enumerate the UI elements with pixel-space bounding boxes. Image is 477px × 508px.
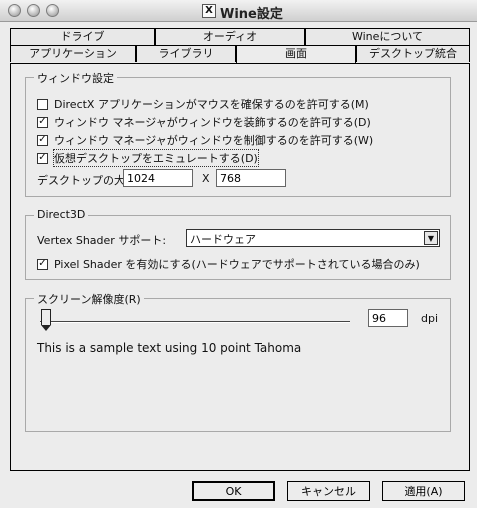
tab-row-top: ドライブ オーディオ Wineについて bbox=[10, 28, 470, 45]
dpi-input[interactable] bbox=[368, 309, 408, 327]
window-title: Wine設定 bbox=[220, 7, 283, 22]
tab-desktop-integration[interactable]: デスクトップ統合 bbox=[356, 45, 470, 62]
option-virtual-desktop[interactable]: ✓ 仮想デスクトップをエミュレートする(D) bbox=[37, 149, 259, 167]
label-wm-control: ウィンドウ マネージャがウィンドウを制御するのを許可する(W) bbox=[54, 134, 374, 147]
dpi-unit-label: dpi bbox=[421, 312, 439, 325]
check-icon: ✓ bbox=[38, 134, 47, 145]
tab-row-bottom: アプリケーション ライブラリ 画面 デスクトップ統合 bbox=[10, 45, 470, 63]
option-wm-control[interactable]: ✓ ウィンドウ マネージャがウィンドウを制御するのを許可する(W) bbox=[37, 132, 373, 148]
direct3d-title: Direct3D bbox=[34, 208, 89, 221]
desktop-size-separator: X bbox=[202, 172, 210, 185]
checkbox-wm-control[interactable]: ✓ bbox=[37, 134, 48, 146]
dpi-slider-thumb[interactable] bbox=[41, 309, 51, 331]
checkbox-wm-decorate[interactable]: ✓ bbox=[37, 116, 48, 128]
checkbox-pixel-shader[interactable]: ✓ bbox=[37, 258, 48, 270]
option-pixel-shader[interactable]: ✓ Pixel Shader を有効にする(ハードウェアでサポートされている場合… bbox=[37, 256, 420, 272]
desktop-width-input[interactable] bbox=[123, 169, 193, 187]
graphics-panel: ウィンドウ設定 DirectX アプリケーションがマウスを確保するのを許可する(… bbox=[10, 63, 470, 471]
vertex-shader-value: ハードウェア bbox=[190, 233, 256, 246]
tab-drive[interactable]: ドライブ bbox=[10, 28, 155, 45]
window-settings-group: ウィンドウ設定 DirectX アプリケーションがマウスを確保するのを許可する(… bbox=[25, 70, 451, 197]
zoom-window-icon[interactable] bbox=[46, 4, 59, 17]
screen-resolution-group: スクリーン解像度(R) dpi This is a sample text us… bbox=[25, 291, 451, 432]
desktop-height-input[interactable] bbox=[216, 169, 286, 187]
chevron-down-icon[interactable]: ▼ bbox=[424, 231, 438, 245]
label-wm-decorate: ウィンドウ マネージャがウィンドウを装飾するのを許可する(D) bbox=[54, 116, 371, 129]
apply-button[interactable]: 適用(A) bbox=[382, 481, 465, 501]
cancel-button[interactable]: キャンセル bbox=[287, 481, 370, 501]
label-virtual-desktop: 仮想デスクトップをエミュレートする(D) bbox=[53, 149, 259, 167]
label-pixel-shader: Pixel Shader を有効にする(ハードウェアでサポートされている場合のみ… bbox=[54, 258, 420, 271]
check-icon: ✓ bbox=[38, 258, 47, 269]
dpi-sample-text: This is a sample text using 10 point Tah… bbox=[37, 341, 302, 355]
dpi-slider-track[interactable] bbox=[40, 321, 350, 323]
wine-app-icon: X bbox=[202, 4, 216, 18]
label-directx-mouse-capture: DirectX アプリケーションがマウスを確保するのを許可する(M) bbox=[54, 98, 369, 111]
tab-about-wine[interactable]: Wineについて bbox=[305, 28, 470, 45]
vertex-shader-select[interactable]: ハードウェア ▼ bbox=[186, 229, 440, 247]
close-window-icon[interactable] bbox=[8, 4, 21, 17]
title-bar: X Wine設定 bbox=[0, 0, 477, 22]
option-directx-mouse-capture[interactable]: DirectX アプリケーションがマウスを確保するのを許可する(M) bbox=[37, 96, 369, 112]
screen-resolution-title: スクリーン解像度(R) bbox=[34, 291, 144, 307]
check-icon: ✓ bbox=[38, 116, 47, 127]
tab-graphics[interactable]: 画面 bbox=[236, 45, 356, 63]
tab-applications[interactable]: アプリケーション bbox=[10, 45, 136, 62]
checkbox-directx-mouse-capture[interactable] bbox=[37, 98, 48, 110]
checkbox-virtual-desktop[interactable]: ✓ bbox=[37, 152, 48, 164]
ok-button[interactable]: OK bbox=[192, 481, 275, 501]
window-settings-title: ウィンドウ設定 bbox=[34, 70, 117, 86]
option-wm-decorate[interactable]: ✓ ウィンドウ マネージャがウィンドウを装飾するのを許可する(D) bbox=[37, 114, 371, 130]
direct3d-group: Direct3D Vertex Shader サポート: ハードウェア ▼ ✓ … bbox=[25, 208, 451, 280]
tab-libraries[interactable]: ライブラリ bbox=[136, 45, 236, 62]
desktop-size-label: デスクトップの大き bbox=[37, 174, 136, 187]
minimize-window-icon[interactable] bbox=[27, 4, 40, 17]
check-icon: ✓ bbox=[38, 152, 47, 163]
tab-audio[interactable]: オーディオ bbox=[155, 28, 305, 45]
vertex-shader-label: Vertex Shader サポート: bbox=[37, 234, 167, 247]
